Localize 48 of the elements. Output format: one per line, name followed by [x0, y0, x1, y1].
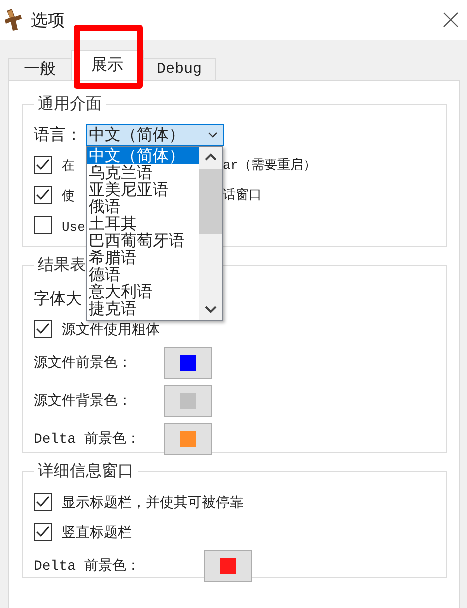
color-label: 源文件前景色： — [34, 354, 133, 372]
checkbox[interactable] — [34, 156, 52, 174]
checkbox-label: 话窗口 — [223, 187, 262, 204]
color-button[interactable] — [164, 347, 212, 379]
checkbox[interactable] — [34, 186, 52, 204]
group-title: 通用介面 — [37, 94, 103, 115]
checkbox-label: 使 — [62, 189, 75, 204]
list-item[interactable]: 亚美尼亚语 — [87, 181, 199, 198]
checkbox[interactable] — [34, 493, 52, 511]
list-item[interactable]: 中文（简体） — [87, 147, 199, 164]
scrollbar[interactable] — [199, 147, 222, 320]
checkbox-label: 在 — [62, 159, 75, 174]
list-item[interactable]: 俄语 — [87, 198, 199, 215]
tab[interactable]: 一般 — [8, 58, 72, 80]
group-title: 详细信息窗口 — [37, 461, 135, 482]
field-label: 字体大 — [34, 288, 82, 310]
list-item[interactable]: 乌克兰语 — [87, 164, 199, 181]
checkbox-label: 显示标题栏，并使其可被停靠 — [62, 496, 244, 512]
window-title: 选项 — [31, 10, 65, 32]
list-item[interactable]: 意大利语 — [87, 283, 199, 300]
chevron-down-icon — [208, 132, 218, 138]
close-icon[interactable] — [443, 12, 459, 28]
scroll-down-icon[interactable] — [204, 306, 216, 314]
checkbox-label: 竖直标题栏 — [62, 526, 132, 542]
list-item[interactable]: 捷克语 — [87, 300, 199, 317]
color-label: 源文件背景色： — [34, 392, 133, 410]
color-button[interactable] — [164, 385, 212, 417]
tab[interactable]: Debug — [143, 58, 216, 80]
list-item[interactable]: 土耳其 — [87, 215, 199, 232]
list-item[interactable]: 巴西葡萄牙语 — [87, 232, 199, 249]
color-label: Delta 前景色： — [34, 558, 142, 575]
color-button[interactable] — [164, 423, 212, 455]
checkbox[interactable] — [34, 216, 52, 234]
checkbox[interactable] — [34, 523, 52, 541]
list-item[interactable]: 德语 — [87, 266, 199, 283]
checkbox-label: Use — [62, 220, 86, 234]
list-item[interactable]: 希腊语 — [87, 249, 199, 266]
group-title: 结果表 — [37, 255, 87, 276]
color-button[interactable] — [204, 550, 252, 582]
highlight-frame — [74, 25, 143, 89]
checkbox[interactable] — [34, 320, 52, 338]
field-label: 语言： — [34, 124, 82, 146]
checkbox-label: ar（需要重启） — [223, 157, 317, 174]
color-label: Delta 前景色： — [34, 430, 142, 448]
checkbox-label: 源文件使用粗体 — [62, 323, 160, 339]
scroll-up-icon[interactable] — [204, 153, 216, 161]
language-dropdown[interactable]: 中文（简体） — [86, 124, 224, 146]
app-icon — [5, 9, 23, 31]
